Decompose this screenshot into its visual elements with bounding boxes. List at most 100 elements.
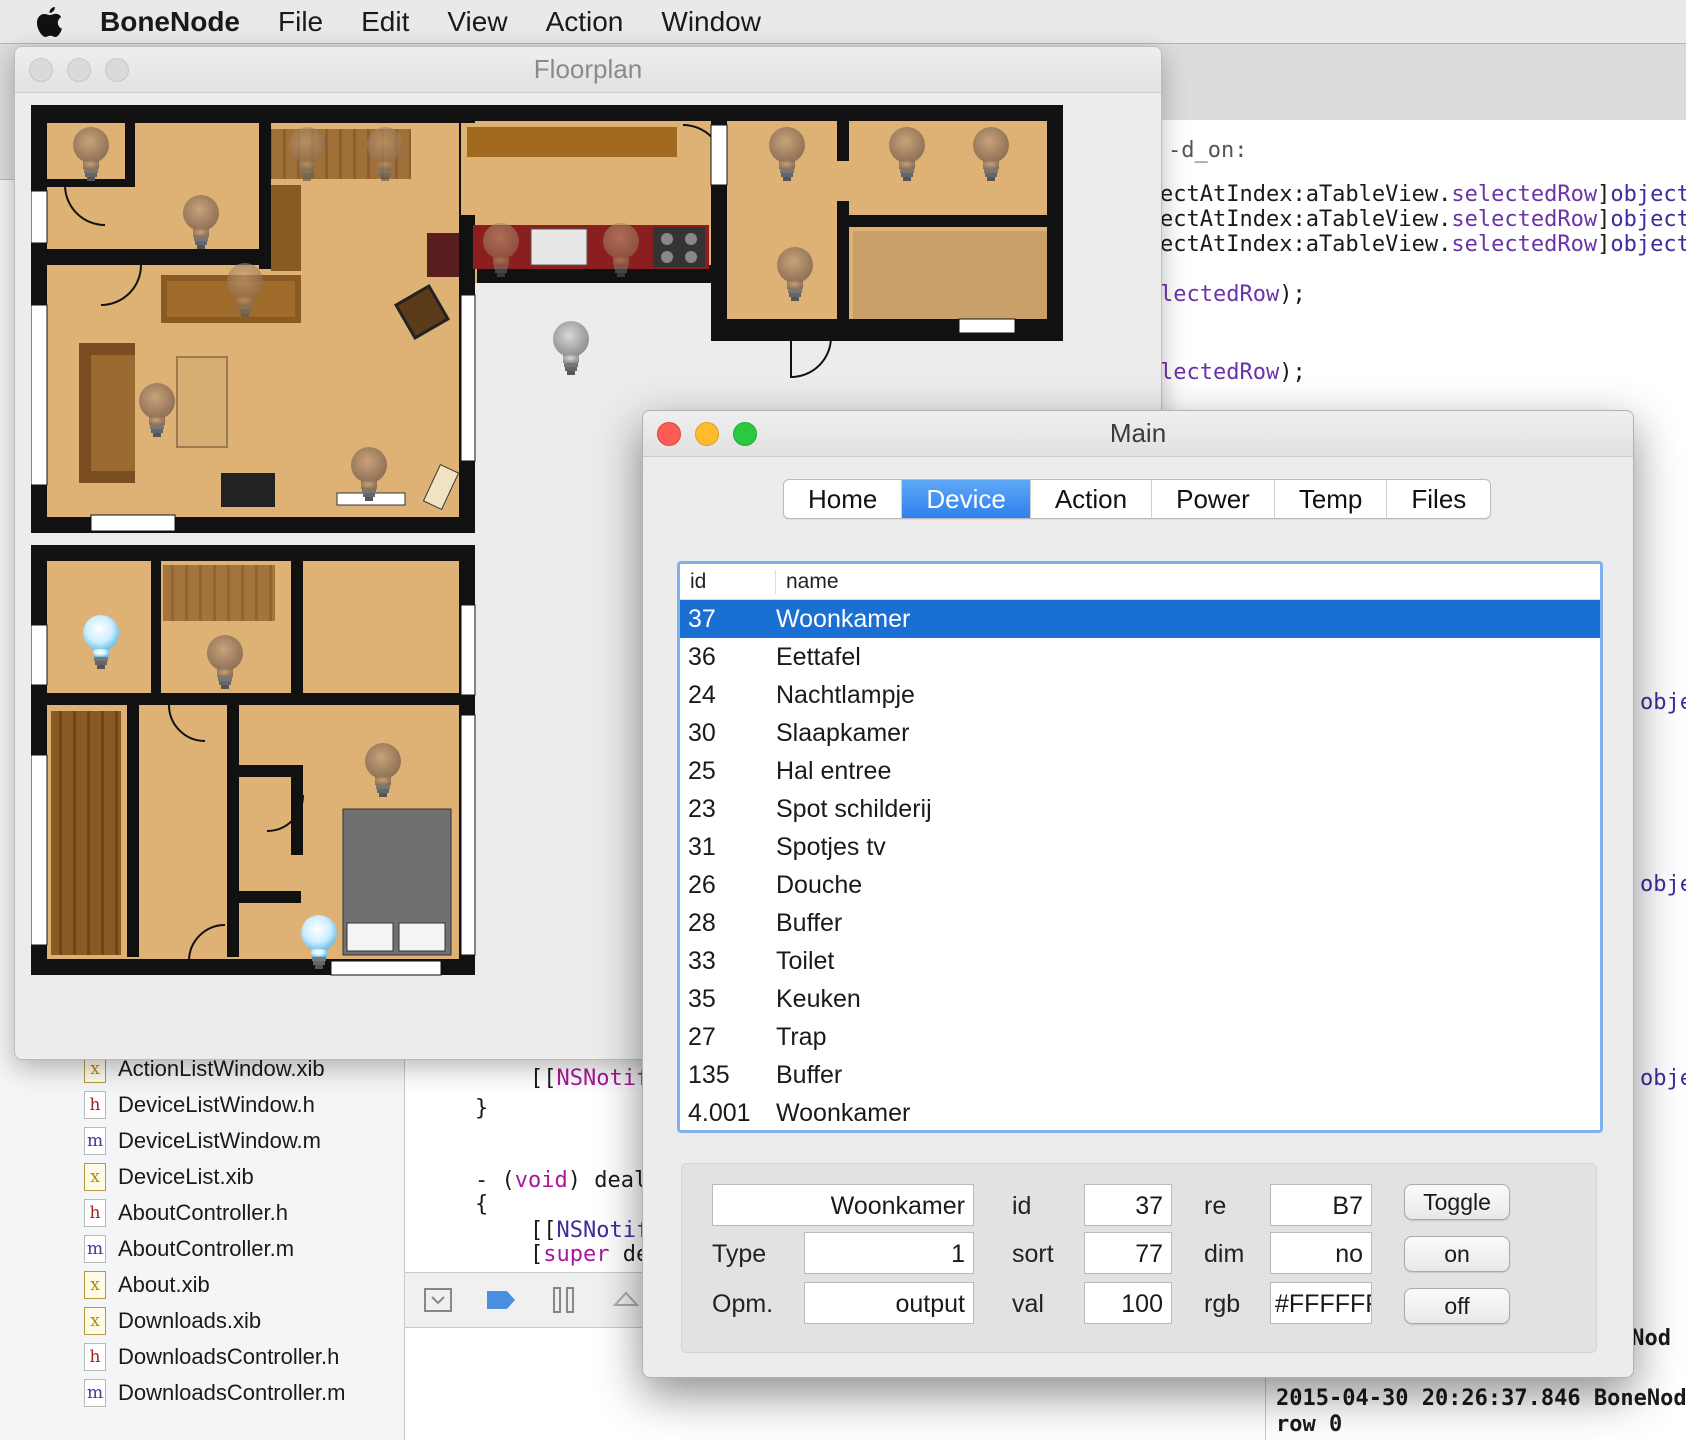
table-row[interactable]: 24 Nachtlampje — [680, 676, 1600, 714]
off-button[interactable]: off — [1404, 1288, 1510, 1324]
device-table[interactable]: id name 37 Woonkamer 36 Eettafel 24 Nachtlamp… — [677, 561, 1603, 1133]
cell-id: 26 — [688, 870, 716, 899]
console-line: 2015-04-30 20:26:37.846 BoneNod — [1276, 1386, 1686, 1411]
window-title: Floorplan — [533, 54, 643, 84]
cell-id: 36 — [688, 642, 716, 671]
console-line: row 0 — [1276, 1412, 1343, 1437]
code-line: ectAtIndex:aTableView.selectedRow]object — [1160, 232, 1686, 257]
file-xib-icon: x — [84, 1271, 106, 1299]
navigator-file-item[interactable]: x DeviceList.xib — [84, 1160, 254, 1194]
navigator-file-item[interactable]: m DownloadsController.m — [84, 1376, 345, 1410]
code-line: obje — [1640, 872, 1686, 897]
table-row[interactable]: 33 Toilet — [680, 942, 1600, 980]
dim-label: dim — [1204, 1240, 1245, 1268]
tab-bar: Home Device Action Power Temp Files — [783, 479, 1492, 519]
main-window: Main Home Device Action Power Temp Files id n… — [642, 410, 1634, 1378]
table-row[interactable]: 27 Trap — [680, 1018, 1600, 1056]
navigator-file-item[interactable]: h DownloadsController.h — [84, 1340, 339, 1374]
table-row[interactable]: 30 Slaapkamer — [680, 714, 1600, 752]
app-menu[interactable]: BoneNode — [100, 6, 240, 38]
table-row[interactable]: 135 Buffer — [680, 1056, 1600, 1094]
sort-label: sort — [1012, 1240, 1054, 1268]
navigator-file-item[interactable]: h AboutController.h — [84, 1196, 288, 1230]
rgb-label: rgb — [1204, 1290, 1241, 1318]
table-row[interactable]: 36 Eettafel — [680, 638, 1600, 676]
device-name-field[interactable]: Woonkamer — [712, 1184, 974, 1226]
file-xib-icon: x — [84, 1163, 106, 1191]
code-line: ectAtIndex:aTableView.selectedRow]object — [1160, 182, 1686, 207]
pause-icon[interactable] — [551, 1285, 577, 1315]
file-m-icon: m — [84, 1235, 106, 1263]
hide-debug-icon[interactable] — [423, 1285, 453, 1315]
cell-id: 28 — [688, 908, 716, 937]
code-line: obje — [1640, 1066, 1686, 1091]
floorplan-titlebar: Floorplan — [15, 47, 1161, 93]
cell-id: 35 — [688, 984, 716, 1013]
table-row[interactable]: 23 Spot schilderij — [680, 790, 1600, 828]
menu-edit[interactable]: Edit — [361, 6, 409, 38]
opm-field[interactable]: output — [804, 1282, 974, 1324]
cell-id: 135 — [688, 1060, 730, 1089]
type-field[interactable]: 1 — [804, 1232, 974, 1274]
val-label: val — [1012, 1290, 1044, 1318]
navigator-file-item[interactable]: x About.xib — [84, 1268, 210, 1302]
table-row[interactable]: 37 Woonkamer — [680, 600, 1600, 638]
cell-name: Woonkamer — [776, 604, 911, 633]
table-body: 37 Woonkamer 36 Eettafel 24 Nachtlampje 30 Slaa… — [680, 600, 1600, 1130]
menu-bar: BoneNode File Edit View Action Window — [0, 0, 1686, 44]
re-field[interactable]: B7 — [1270, 1184, 1372, 1226]
menu-action[interactable]: Action — [546, 6, 624, 38]
file-name: DownloadsController.m — [118, 1380, 346, 1405]
navigator-file-item[interactable]: h DeviceListWindow.h — [84, 1088, 315, 1122]
navigator-file-item[interactable]: m AboutController.m — [84, 1232, 294, 1266]
table-row[interactable]: 28 Buffer — [680, 904, 1600, 942]
code-line: -d_on: — [1168, 138, 1248, 163]
file-h-icon: h — [84, 1199, 106, 1227]
column-header-id[interactable]: id — [680, 569, 776, 594]
tab-action[interactable]: Action — [1031, 480, 1153, 518]
cell-id: 24 — [688, 680, 716, 709]
tab-power[interactable]: Power — [1152, 480, 1275, 518]
opm-label: Opm. — [712, 1290, 774, 1318]
table-row[interactable]: 4.001 Woonkamer — [680, 1094, 1600, 1130]
cell-id: 25 — [688, 756, 716, 785]
tab-home[interactable]: Home — [784, 480, 903, 518]
toggle-button[interactable]: Toggle — [1404, 1184, 1510, 1220]
file-name: AboutController.h — [118, 1200, 288, 1225]
breakpoint-icon[interactable] — [485, 1287, 517, 1313]
table-row[interactable]: 35 Keuken — [680, 980, 1600, 1018]
tab-device[interactable]: Device — [902, 480, 1031, 518]
table-row[interactable]: 31 Spotjes tv — [680, 828, 1600, 866]
code-line: ectAtIndex:aTableView.selectedRow]object — [1160, 207, 1686, 232]
file-h-icon: h — [84, 1343, 106, 1371]
column-header-name[interactable]: name — [776, 570, 839, 594]
menu-view[interactable]: View — [447, 6, 507, 38]
id-field[interactable]: 37 — [1084, 1184, 1172, 1226]
apple-menu-icon[interactable] — [0, 5, 100, 39]
table-row[interactable]: 26 Douche — [680, 866, 1600, 904]
cell-name: Eettafel — [776, 642, 861, 671]
sort-field[interactable]: 77 — [1084, 1232, 1172, 1274]
table-row[interactable]: 25 Hal entree — [680, 752, 1600, 790]
file-name: DownloadsController.h — [118, 1344, 340, 1369]
code-line: lectedRow); — [1160, 282, 1306, 307]
step-icon[interactable] — [611, 1285, 641, 1315]
file-name: DeviceList.xib — [118, 1164, 254, 1189]
dim-field[interactable]: no — [1270, 1232, 1372, 1274]
navigator-file-item[interactable]: m DeviceListWindow.m — [84, 1124, 321, 1158]
cell-name: Buffer — [776, 1060, 843, 1089]
cell-name: Spotjes tv — [776, 832, 886, 861]
navigator-file-item[interactable]: x Downloads.xib — [84, 1304, 261, 1338]
menu-file[interactable]: File — [278, 6, 323, 38]
type-label: Type — [712, 1240, 767, 1268]
cell-name: Toilet — [776, 946, 835, 975]
menu-window[interactable]: Window — [661, 6, 761, 38]
cell-name: Hal entree — [776, 756, 892, 785]
cell-id: 31 — [688, 832, 716, 861]
rgb-field[interactable]: #FFFFFF — [1270, 1282, 1372, 1324]
file-m-icon: m — [84, 1379, 106, 1407]
tab-files[interactable]: Files — [1387, 480, 1490, 518]
on-button[interactable]: on — [1404, 1236, 1510, 1272]
val-field[interactable]: 100 — [1084, 1282, 1172, 1324]
tab-temp[interactable]: Temp — [1275, 480, 1388, 518]
